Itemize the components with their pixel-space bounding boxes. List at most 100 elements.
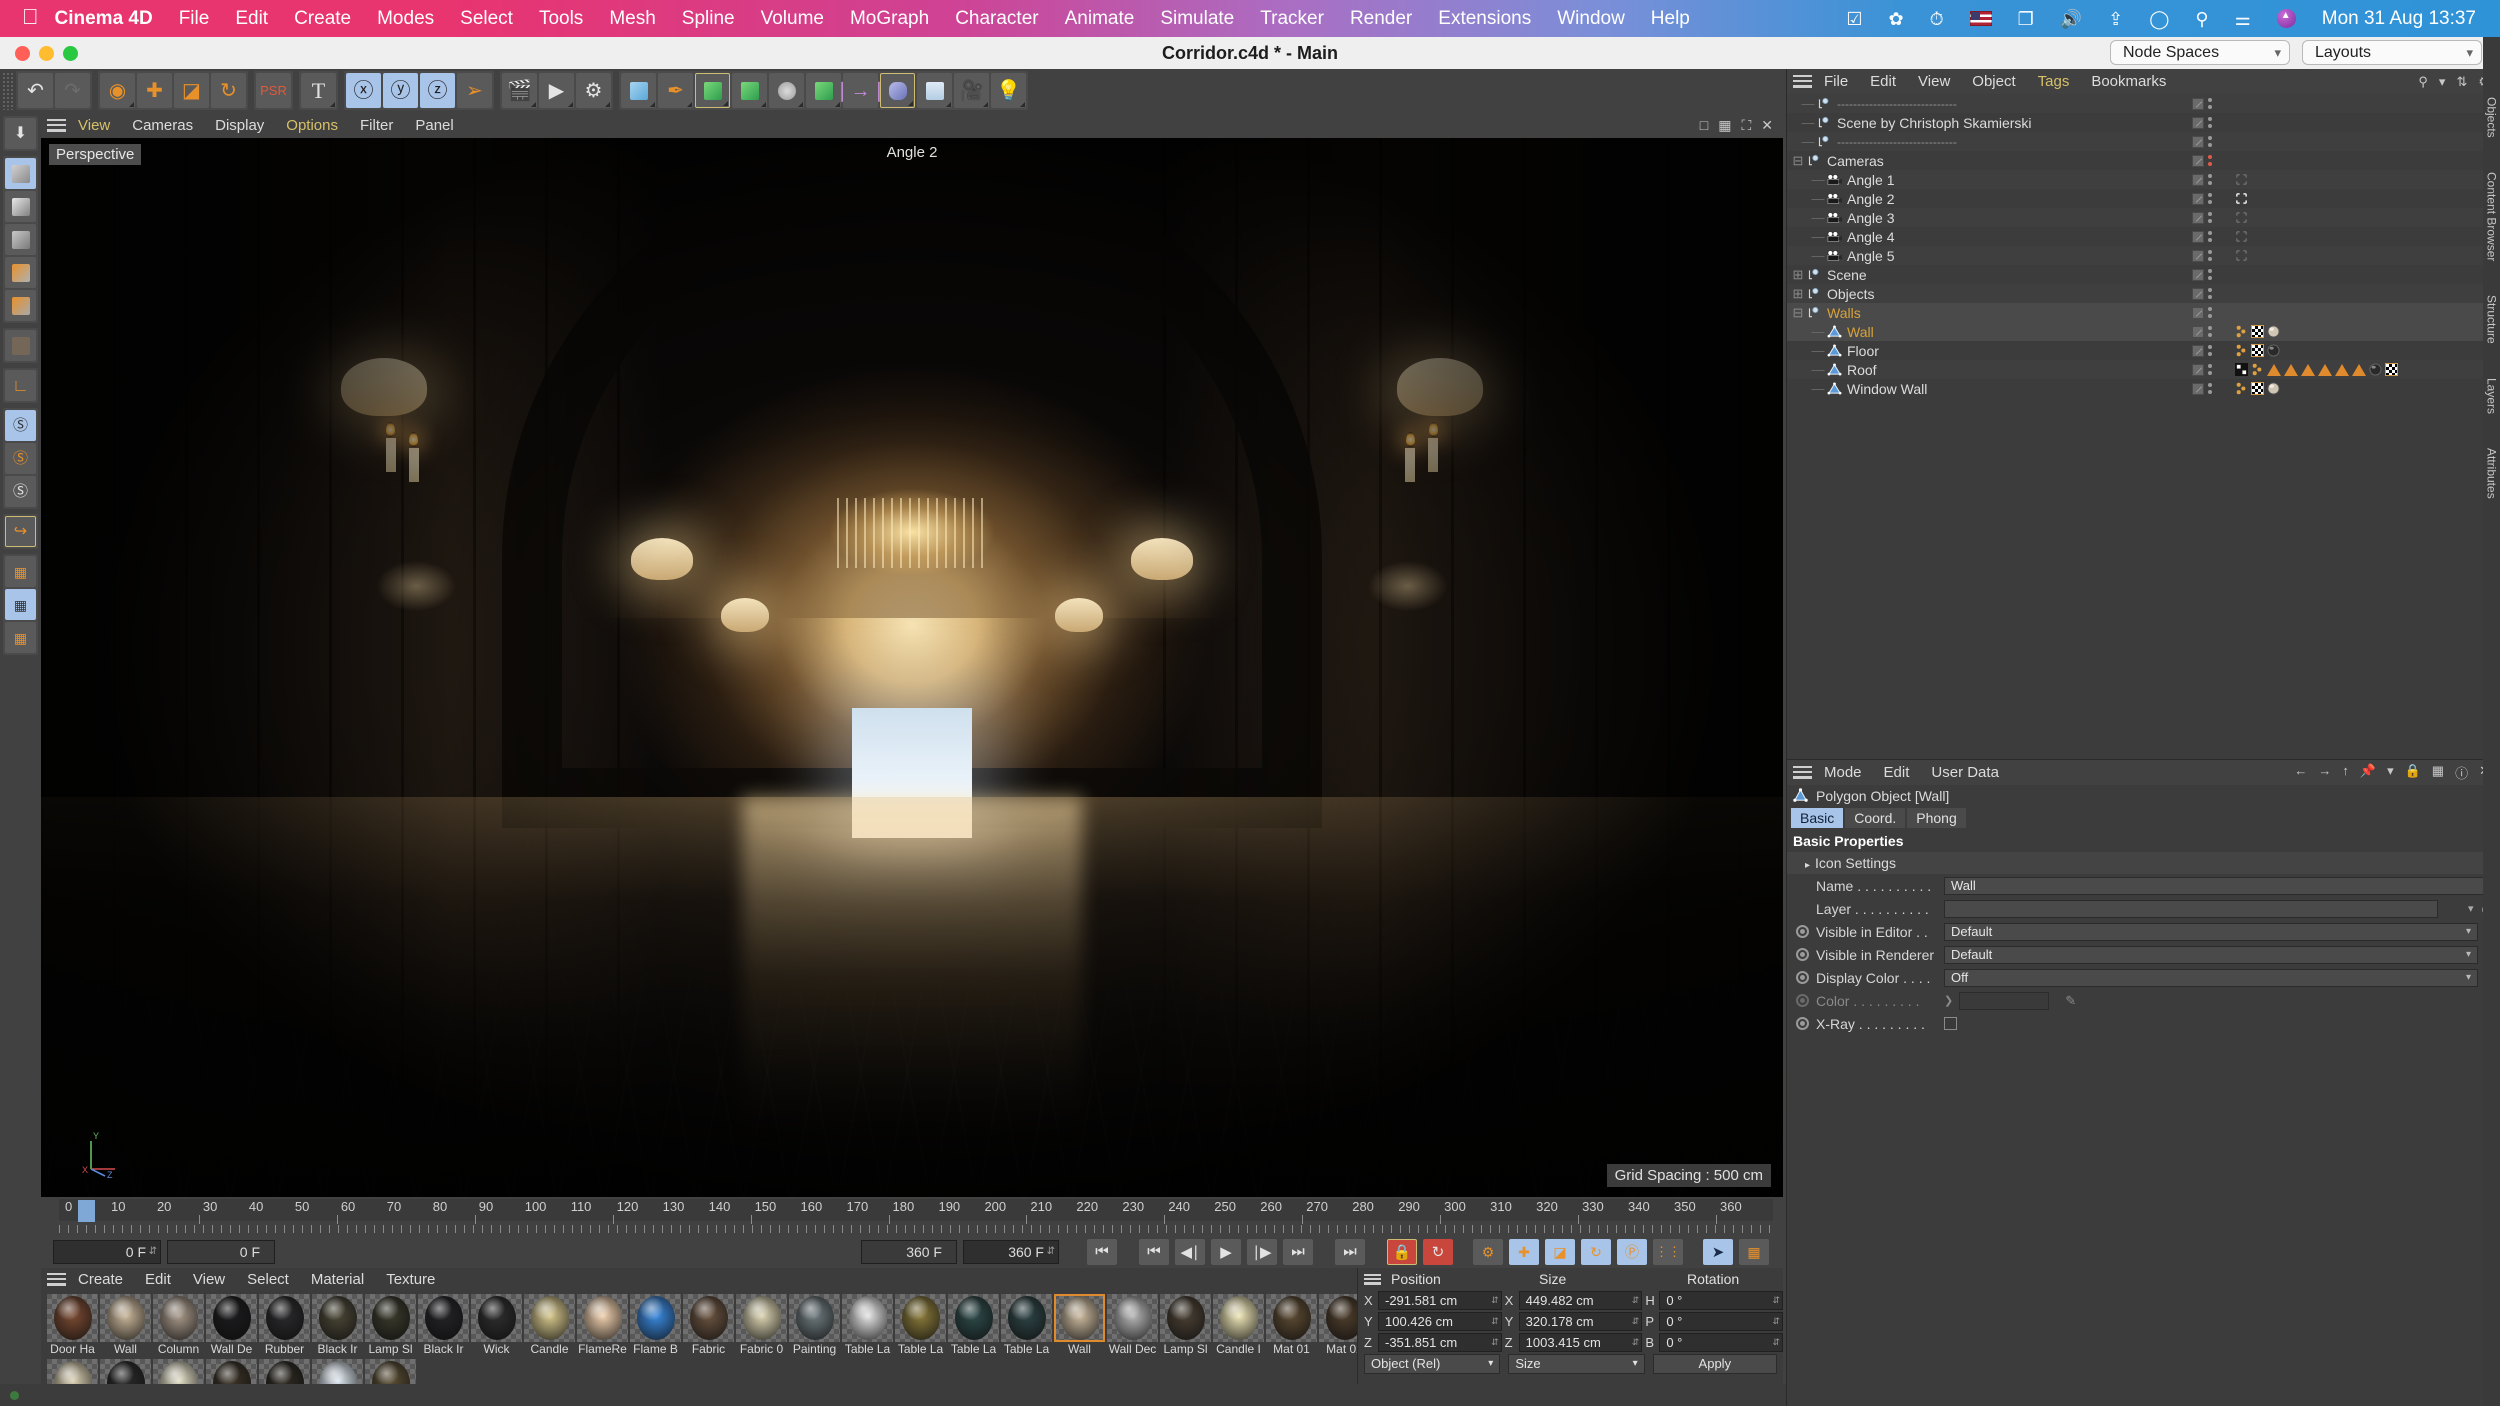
hamburger-icon[interactable] — [1364, 1273, 1381, 1285]
deformer2-button[interactable] — [880, 73, 915, 108]
spinner-icon[interactable]: ⇵ — [1491, 1295, 1499, 1306]
menu-tracker[interactable]: Tracker — [1260, 8, 1324, 30]
material-cell[interactable]: Wick — [471, 1294, 522, 1357]
visibility-dots[interactable] — [2208, 174, 2212, 185]
menu-create[interactable]: Create — [294, 8, 351, 30]
position-y-field[interactable]: 100.426 cm ⇵ — [1378, 1312, 1502, 1331]
spinner-icon[interactable]: ⇵ — [1632, 1295, 1640, 1306]
viewport-maximize-icon[interactable]: ⛶ — [1741, 117, 1751, 134]
display-color-radio[interactable] — [1796, 971, 1809, 984]
spotlight-search-icon[interactable]: ⚲ — [2195, 10, 2208, 28]
material-swatch[interactable] — [312, 1294, 363, 1342]
editor-visibility-toggle[interactable] — [2192, 230, 2204, 243]
material-swatch[interactable] — [630, 1294, 681, 1342]
target-tag-icon[interactable] — [2235, 211, 2248, 224]
material-tag-icon[interactable] — [2267, 344, 2280, 357]
material-tag-icon[interactable] — [2267, 325, 2280, 338]
nurbs-button[interactable] — [695, 73, 730, 108]
go-to-previous-frame-button[interactable]: ◀∣ — [1175, 1238, 1205, 1265]
material-swatch[interactable] — [1001, 1294, 1052, 1342]
go-to-previous-key-button[interactable]: ⏮ — [1139, 1238, 1169, 1265]
coordinate-size-select[interactable]: Size ▾ — [1508, 1353, 1645, 1374]
visible-in-editor-select[interactable]: Default ▾ — [1944, 922, 2478, 941]
material-swatch[interactable] — [577, 1294, 628, 1342]
material-cell[interactable]: Rubber — [259, 1294, 310, 1357]
material-swatch[interactable] — [47, 1294, 98, 1342]
object-tree-row[interactable]: — Angle 2 — [1787, 189, 2500, 208]
tree-expander-icon[interactable]: ⊟ — [1791, 305, 1805, 321]
material-cell[interactable]: Table La — [948, 1294, 999, 1357]
spinner-icon[interactable]: ⇵ — [1491, 1337, 1499, 1348]
spline-pen-button[interactable]: ✒ — [658, 73, 693, 108]
material-cell[interactable]: Fabric 0 — [736, 1294, 787, 1357]
editor-visibility-toggle[interactable] — [2192, 344, 2204, 357]
menu-help[interactable]: Help — [1651, 8, 1690, 30]
material-menu-texture[interactable]: Texture — [386, 1271, 435, 1288]
tree-expander-icon[interactable]: ⊞ — [1791, 267, 1805, 283]
tree-expander-icon[interactable]: — — [1811, 381, 1825, 396]
object-menu-bookmarks[interactable]: Bookmarks — [2091, 73, 2166, 90]
viewport-menu-display[interactable]: Display — [215, 117, 264, 134]
forward-arrow-icon[interactable]: → — [2318, 763, 2331, 782]
psr-lock-button[interactable]: PSR — [256, 73, 291, 108]
hamburger-icon[interactable] — [1793, 766, 1812, 779]
control-center-icon[interactable]: ⚌ — [2235, 10, 2251, 28]
evernote-icon[interactable]: ✿ — [1888, 10, 1903, 28]
object-tree-row[interactable]: ⊟ Cameras — [1787, 151, 2500, 170]
move-button[interactable]: ✚ — [137, 73, 172, 108]
visibility-dots[interactable] — [2208, 288, 2212, 299]
layer-field[interactable] — [1944, 899, 2438, 918]
tab-coord[interactable]: Coord. — [1845, 808, 1906, 828]
snap-button[interactable]: ↪ — [5, 516, 36, 547]
editor-visibility-toggle[interactable] — [2192, 287, 2204, 300]
spinner-icon[interactable]: ⇵ — [1772, 1316, 1780, 1327]
name-field[interactable]: Wall — [1944, 876, 2492, 895]
object-tree-row[interactable]: ⊞ Objects — [1787, 284, 2500, 303]
user-account-icon[interactable] — [2276, 9, 2296, 28]
filter-icon[interactable]: ▾ — [2439, 74, 2446, 90]
material-menu-create[interactable]: Create — [78, 1271, 123, 1288]
timemachine-icon[interactable]: ⏱ — [1930, 10, 1944, 28]
up-arrow-icon[interactable]: ↑ — [2342, 763, 2349, 782]
menu-animate[interactable]: Animate — [1065, 8, 1135, 30]
menu-app-name[interactable]: Cinema 4D — [55, 8, 153, 30]
visible-in-editor-radio[interactable] — [1796, 925, 1809, 938]
object-tree-row[interactable]: — Angle 5 — [1787, 246, 2500, 265]
texture-tag-icon[interactable] — [2385, 363, 2398, 376]
material-cell[interactable]: Door Ha — [47, 1294, 98, 1357]
apple-menu-icon[interactable]:  — [22, 4, 39, 30]
viewport-menu-panel[interactable]: Panel — [415, 117, 453, 134]
visibility-dots[interactable] — [2208, 307, 2212, 318]
point-mode-button[interactable] — [5, 224, 36, 255]
viewport-single-layout-icon[interactable]: □ — [1700, 117, 1708, 134]
selection-orange-button[interactable]: Ⓢ — [5, 443, 36, 474]
menu-file[interactable]: File — [179, 8, 210, 30]
material-cell[interactable]: Flame B — [630, 1294, 681, 1357]
selection-tag-icon[interactable] — [2335, 363, 2349, 376]
bend-deformer-button[interactable] — [769, 73, 804, 108]
back-arrow-icon[interactable]: ← — [2294, 763, 2307, 782]
visibility-dots[interactable] — [2208, 136, 2212, 147]
editor-visibility-toggle[interactable] — [2192, 363, 2204, 376]
selection-tag-icon[interactable] — [2318, 363, 2332, 376]
cube-primitive-button[interactable] — [621, 73, 656, 108]
menu-bar-clock[interactable]: Mon 31 Aug 13:37 — [2322, 8, 2476, 30]
position-x-field[interactable]: -291.581 cm ⇵ — [1378, 1291, 1502, 1310]
tab-phong[interactable]: Phong — [1907, 808, 1966, 828]
material-swatch[interactable] — [524, 1294, 575, 1342]
material-swatch[interactable] — [153, 1294, 204, 1342]
edge-mode-button[interactable] — [5, 257, 36, 288]
info-icon[interactable]: ⓘ — [2455, 763, 2468, 782]
material-swatch[interactable] — [842, 1294, 893, 1342]
visibility-dots[interactable] — [2208, 250, 2212, 261]
undo-button[interactable]: ↶ — [18, 73, 53, 108]
menu-simulate[interactable]: Simulate — [1160, 8, 1234, 30]
visible-in-renderer-select[interactable]: Default ▾ — [1944, 945, 2478, 964]
material-swatch[interactable] — [789, 1294, 840, 1342]
texture-tag-icon[interactable] — [2251, 344, 2264, 357]
timeline-button[interactable]: ▦ — [1739, 1238, 1769, 1265]
viewport-quad-layout-icon[interactable]: ▦ — [1718, 117, 1731, 134]
visibility-dots[interactable] — [2208, 231, 2212, 242]
timeline-playhead[interactable] — [78, 1200, 95, 1222]
coordinate-mode-select[interactable]: Object (Rel) ▾ — [1364, 1353, 1501, 1374]
